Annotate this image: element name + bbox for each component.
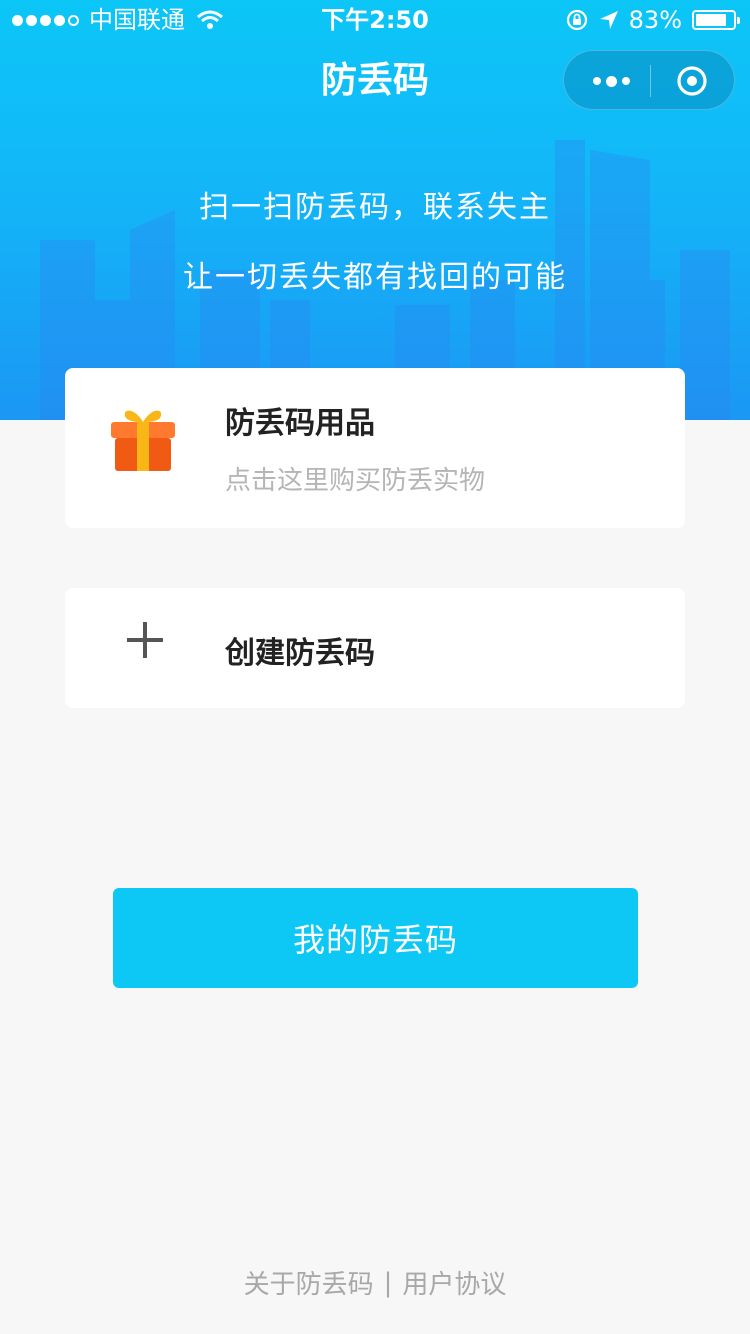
shop-card-title: 防丢码用品 (225, 406, 375, 441)
about-link[interactable]: 关于防丢码 (244, 1264, 374, 1301)
shop-card[interactable] (65, 368, 685, 528)
footer-separator: | (383, 1267, 393, 1298)
my-codes-button[interactable]: 我的防丢码 (113, 888, 638, 988)
footer-links: 关于防丢码 | 用户协议 (0, 1264, 750, 1301)
user-agreement-link[interactable]: 用户协议 (402, 1264, 506, 1301)
close-target-icon[interactable] (676, 65, 708, 97)
hero-slogan-line2: 让一切丢失都有找回的可能 (183, 260, 567, 295)
my-codes-button-label: 我的防丢码 (292, 921, 458, 959)
gift-icon (111, 410, 175, 471)
mini-program-capsule (563, 50, 735, 110)
orientation-lock-icon (566, 9, 587, 31)
create-code-card[interactable] (65, 588, 685, 708)
location-arrow-icon (599, 11, 618, 29)
plus-icon (127, 622, 163, 658)
battery-level (696, 14, 726, 26)
battery-percentage: 83% (628, 6, 682, 34)
battery-icon (692, 10, 740, 30)
capsule-divider (650, 65, 651, 97)
create-code-title: 创建防丢码 (225, 636, 375, 671)
more-menu-button[interactable] (586, 65, 636, 97)
hero-slogan-line1: 扫一扫防丢码，联系失主 (199, 190, 551, 225)
status-bar: 中国联通 下午2:50 83% (0, 0, 750, 40)
shop-card-subtitle: 点击这里购买防丢实物 (225, 466, 486, 496)
